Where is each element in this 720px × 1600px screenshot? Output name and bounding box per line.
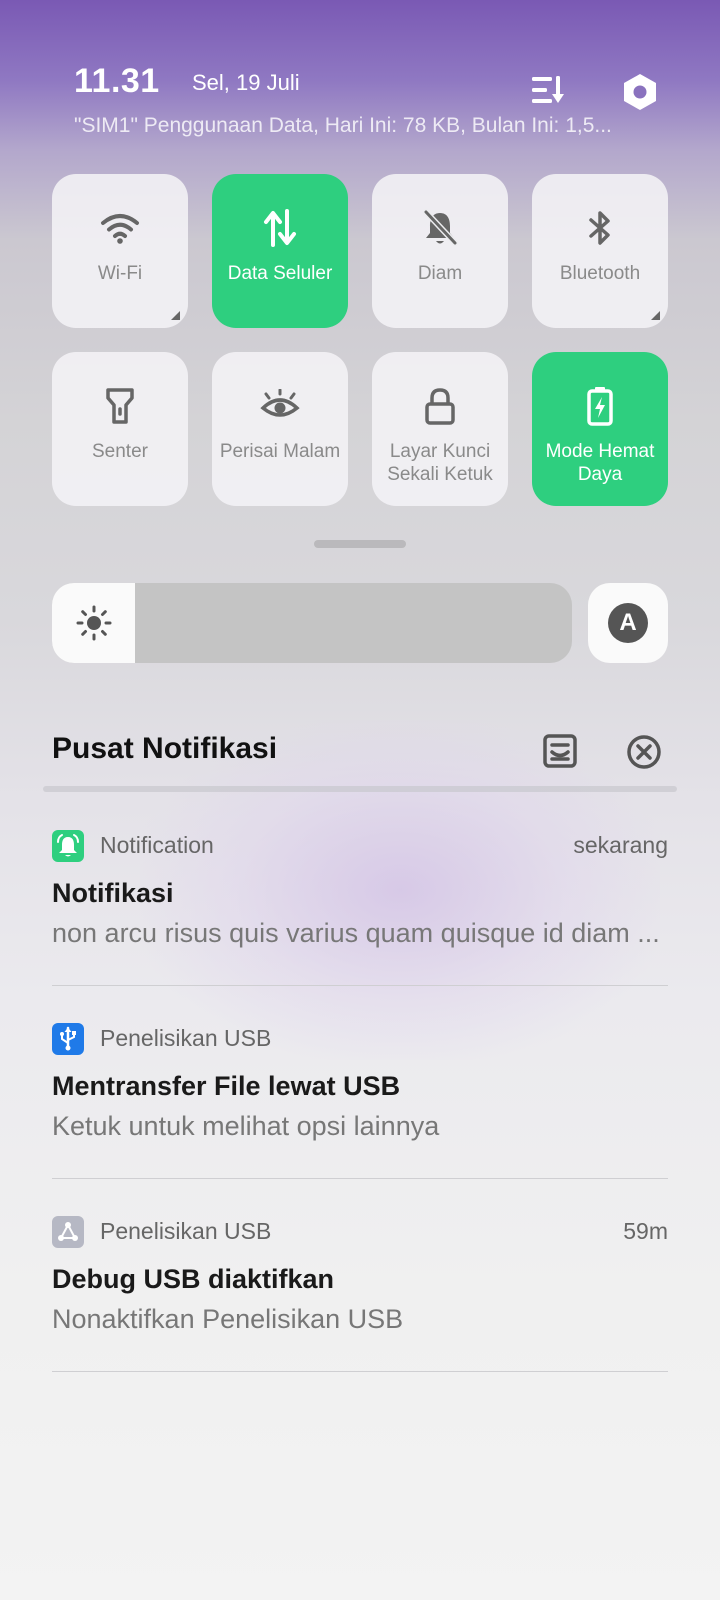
notification-app-name: Penelisikan USB <box>100 1025 272 1051</box>
sort-list-icon[interactable] <box>528 70 568 110</box>
notification-time: 59m <box>623 1218 668 1244</box>
eye-icon <box>260 386 300 426</box>
tile-label: Layar Kunci Sekali Ketuk <box>387 441 493 485</box>
brightness-slider[interactable] <box>52 583 572 663</box>
tile-wifi[interactable]: Wi-Fi <box>52 174 188 328</box>
notification-item[interactable]: Penelisikan USB Mentransfer File lewat U… <box>52 1023 668 1153</box>
sun-icon <box>74 603 114 643</box>
tile-night-shield[interactable]: Perisai Malam <box>212 352 348 506</box>
notification-title: Notifikasi <box>52 878 174 908</box>
notification-item[interactable]: Notification sekarang Notifikasi non arc… <box>52 830 668 960</box>
drag-handle[interactable] <box>314 540 406 548</box>
tile-power-saving[interactable]: Mode Hemat Daya <box>532 352 668 506</box>
bluetooth-icon <box>580 208 620 248</box>
notification-app-name: Notification <box>100 832 214 858</box>
tile-label: Data Seluler <box>227 263 333 284</box>
clock: 11.31 <box>74 62 160 100</box>
hexagon-settings-icon[interactable] <box>620 72 660 112</box>
notification-body: Ketuk untuk melihat opsi lainnya <box>52 1111 440 1141</box>
clear-all-icon[interactable] <box>624 732 664 772</box>
notification-separator <box>52 985 668 986</box>
auto-brightness-button[interactable]: A <box>588 583 668 663</box>
usb-icon <box>52 1023 84 1055</box>
notification-center-title: Pusat Notifikasi <box>52 732 278 765</box>
bell-app-icon <box>52 830 84 862</box>
notification-separator <box>52 1178 668 1179</box>
expand-corner-icon <box>651 311 660 320</box>
auto-brightness-icon: A <box>608 603 648 643</box>
tile-bluetooth[interactable]: Bluetooth <box>532 174 668 328</box>
date: Sel, 19 Juli <box>192 70 300 95</box>
bell-off-icon <box>420 208 460 248</box>
notification-title: Mentransfer File lewat USB <box>52 1071 401 1101</box>
tile-flashlight[interactable]: Senter <box>52 352 188 506</box>
data-usage-text[interactable]: "SIM1" Penggunaan Data, Hari Ini: 78 KB,… <box>74 114 674 138</box>
tile-label: Diam <box>417 263 463 284</box>
lock-icon <box>420 386 460 426</box>
notification-settings-icon[interactable] <box>541 732 579 770</box>
tile-label: Mode Hemat Daya <box>545 441 655 485</box>
tile-lock-screen[interactable]: Layar Kunci Sekali Ketuk <box>372 352 508 506</box>
notification-time: sekarang <box>573 832 668 858</box>
tile-label: Bluetooth <box>559 263 641 284</box>
tile-mobile-data[interactable]: Data Seluler <box>212 174 348 328</box>
notification-body: non arcu risus quis varius quam quisque … <box>52 918 660 948</box>
battery-saver-icon <box>580 386 620 426</box>
tile-label: Perisai Malam <box>219 441 341 462</box>
tile-label: Senter <box>92 441 148 462</box>
notification-title: Debug USB diaktifkan <box>52 1264 335 1294</box>
notification-separator <box>52 1371 668 1372</box>
usb-debug-icon <box>52 1216 84 1248</box>
data-arrows-icon <box>260 208 300 248</box>
tile-silent[interactable]: Diam <box>372 174 508 328</box>
flashlight-icon <box>100 386 140 426</box>
wifi-icon <box>100 208 140 248</box>
divider <box>43 786 677 792</box>
notification-body: Nonaktifkan Penelisikan USB <box>52 1304 404 1334</box>
expand-corner-icon <box>171 311 180 320</box>
tile-label: Wi-Fi <box>97 263 143 284</box>
notification-app-name: Penelisikan USB <box>100 1218 272 1244</box>
notification-item[interactable]: Penelisikan USB 59m Debug USB diaktifkan… <box>52 1216 668 1346</box>
